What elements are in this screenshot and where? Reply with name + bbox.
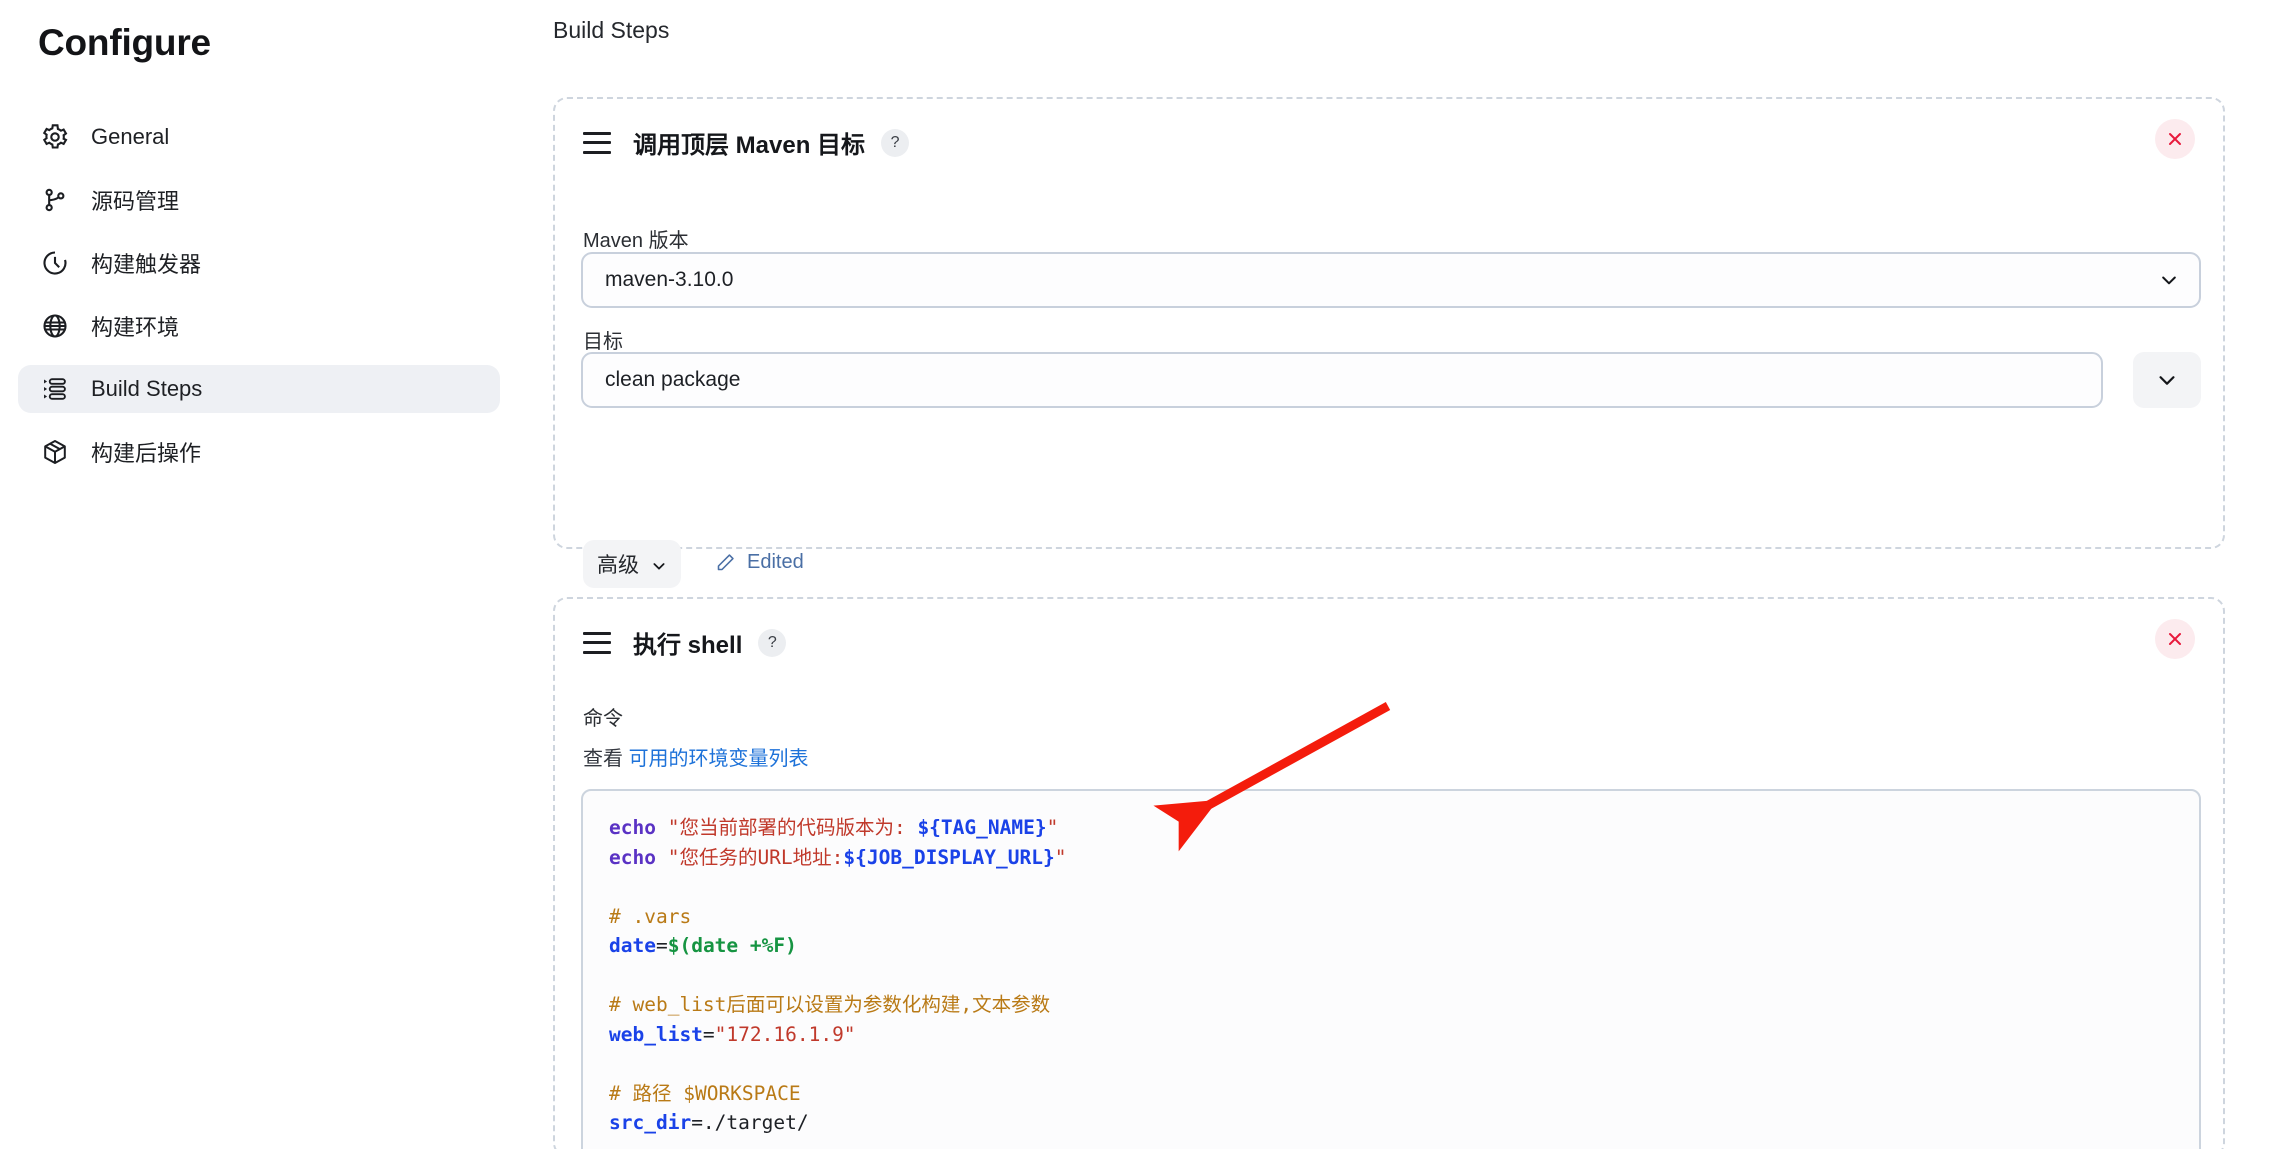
code-line: echo "您当前部署的代码版本为: ${TAG_NAME}" bbox=[609, 813, 2199, 843]
code-token: "您当前部署的代码版本为: bbox=[667, 816, 918, 839]
code-token: date bbox=[609, 934, 656, 957]
card-header: 执行 shell ? bbox=[583, 625, 787, 660]
code-token: echo bbox=[609, 816, 668, 839]
code-line: echo "您任务的URL地址:${JOB_DISPLAY_URL}" bbox=[609, 843, 2199, 873]
app-root: Configure General 源码管理 构建触发器 构建环境 Build … bbox=[0, 0, 2293, 1149]
sidebar-item-label: Build Steps bbox=[91, 376, 203, 401]
sidebar-item-general[interactable]: General bbox=[18, 113, 518, 161]
code-token: = bbox=[702, 1022, 715, 1046]
code-line: # .vars bbox=[609, 902, 2199, 932]
list-steps-icon bbox=[40, 374, 70, 404]
code-line: src_dir=./target/ bbox=[609, 1108, 2199, 1138]
chevron-down-icon bbox=[2159, 270, 2179, 290]
maven-goals-input[interactable]: clean package bbox=[581, 352, 2103, 408]
command-label: 命令 bbox=[583, 708, 623, 730]
help-icon[interactable]: ? bbox=[758, 628, 787, 657]
code-token: " bbox=[1046, 816, 1059, 839]
code-token: web_list bbox=[609, 1022, 703, 1046]
sidebar-item-label: 构建环境 bbox=[91, 315, 180, 340]
code-token: # web_list后面可以设置为参数化构建,文本参数 bbox=[609, 993, 1051, 1016]
drag-handle-icon[interactable] bbox=[583, 631, 611, 654]
sidebar-nav: General 源码管理 构建触发器 构建环境 Build Steps 构建后操… bbox=[18, 113, 518, 491]
code-line: # web_list后面可以设置为参数化构建,文本参数 bbox=[609, 990, 2199, 1020]
sidebar-item-triggers[interactable]: 构建触发器 bbox=[18, 239, 518, 287]
see-prefix-text: 查看 bbox=[583, 748, 623, 770]
env-vars-row: 查看 可用的环境变量列表 bbox=[583, 742, 809, 771]
sidebar-item-environment[interactable]: 构建环境 bbox=[18, 302, 518, 350]
advanced-button[interactable]: 高级 bbox=[583, 540, 681, 588]
step-title: 执行 shell bbox=[633, 632, 743, 659]
step-title: 调用顶层 Maven 目标 bbox=[633, 132, 866, 159]
git-branch-icon bbox=[40, 185, 70, 215]
maven-version-label: Maven 版本 bbox=[583, 230, 689, 252]
gear-icon bbox=[40, 122, 70, 152]
maven-version-value: maven-3.10.0 bbox=[605, 268, 734, 291]
clock-icon bbox=[40, 248, 70, 278]
code-token: "172.16.1.9" bbox=[714, 1022, 856, 1046]
code-line: web_list="172.16.1.9" bbox=[609, 1020, 2199, 1050]
main-content: Build Steps 调用顶层 Maven 目标 ? Maven 版本 mav… bbox=[545, 0, 2293, 1149]
delete-step-button[interactable] bbox=[2155, 119, 2195, 159]
delete-step-button[interactable] bbox=[2155, 619, 2195, 659]
shell-command-editor[interactable]: echo "您当前部署的代码版本为: ${TAG_NAME}" echo "您任务… bbox=[581, 789, 2201, 1149]
sidebar: Configure General 源码管理 构建触发器 构建环境 Build … bbox=[0, 0, 545, 1149]
code-token: ${JOB_DISPLAY_URL} bbox=[843, 845, 1055, 869]
sidebar-item-label: General bbox=[91, 124, 170, 149]
page-title: Configure bbox=[38, 22, 211, 63]
chevron-down-icon bbox=[2156, 369, 2178, 391]
code-line: date=$(date +%F) bbox=[609, 931, 2199, 961]
advanced-label: 高级 bbox=[597, 554, 639, 577]
code-token: " bbox=[1054, 845, 1067, 869]
pencil-icon bbox=[715, 552, 736, 573]
maven-goals-label: 目标 bbox=[583, 331, 623, 353]
card-header: 调用顶层 Maven 目标 ? bbox=[583, 125, 910, 160]
edited-label: Edited bbox=[747, 551, 804, 573]
chevron-down-icon bbox=[651, 556, 667, 572]
drag-handle-icon[interactable] bbox=[583, 131, 611, 154]
sidebar-item-post-build[interactable]: 构建后操作 bbox=[18, 428, 518, 476]
build-step-card-maven: 调用顶层 Maven 目标 ? Maven 版本 maven-3.10.0 目标… bbox=[553, 97, 2225, 588]
code-token: =./target/ bbox=[691, 1111, 809, 1134]
sidebar-item-build-steps[interactable]: Build Steps bbox=[18, 365, 500, 413]
code-token: "您任务的URL地址: bbox=[667, 845, 844, 869]
code-token: # 路径 $WORKSPACE bbox=[609, 1081, 801, 1105]
globe-icon bbox=[40, 311, 70, 341]
env-vars-link[interactable]: 可用的环境变量列表 bbox=[629, 748, 809, 770]
code-token: # .vars bbox=[609, 904, 692, 928]
sidebar-item-label: 构建后操作 bbox=[91, 441, 202, 466]
maven-version-select[interactable]: maven-3.10.0 bbox=[581, 252, 2201, 308]
code-token: src_dir bbox=[609, 1111, 692, 1134]
package-icon bbox=[40, 437, 70, 467]
sidebar-item-label: 源码管理 bbox=[91, 189, 180, 214]
build-step-card-shell: 执行 shell ? 命令 查看 可用的环境变量列表 echo "您当前部署的代… bbox=[553, 597, 2225, 1149]
code-token: $(date +%F) bbox=[667, 934, 797, 957]
maven-goals-value: clean package bbox=[605, 368, 741, 391]
help-icon[interactable]: ? bbox=[881, 128, 910, 157]
shell-command-code: echo "您当前部署的代码版本为: ${TAG_NAME}" echo "您任务… bbox=[583, 791, 2199, 1138]
code-line: # 路径 $WORKSPACE bbox=[609, 1079, 2199, 1109]
edited-status[interactable]: Edited bbox=[715, 551, 804, 574]
sidebar-item-label: 构建触发器 bbox=[91, 252, 202, 277]
maven-goals-dropdown-button[interactable] bbox=[2133, 352, 2201, 408]
code-token: = bbox=[655, 934, 668, 957]
build-steps-heading: Build Steps bbox=[553, 17, 670, 43]
sidebar-item-scm[interactable]: 源码管理 bbox=[18, 176, 518, 224]
code-token: ${TAG_NAME} bbox=[917, 816, 1047, 839]
code-token: echo bbox=[609, 845, 668, 869]
